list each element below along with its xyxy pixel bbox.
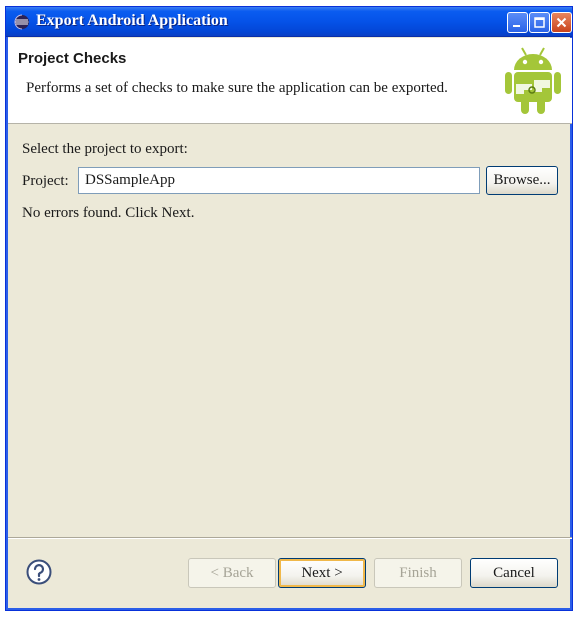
- status-message: No errors found. Click Next.: [22, 205, 195, 221]
- close-button[interactable]: [551, 12, 572, 33]
- cancel-button[interactable]: Cancel: [470, 558, 558, 588]
- maximize-button[interactable]: [529, 12, 550, 33]
- select-project-label: Select the project to export:: [22, 141, 188, 157]
- page-title: Project Checks: [18, 50, 127, 67]
- eclipse-icon: [14, 14, 29, 30]
- finish-button[interactable]: Finish: [374, 558, 462, 588]
- next-button[interactable]: Next >: [278, 558, 366, 588]
- title-bar[interactable]: Export Android Application: [6, 7, 572, 37]
- page-description: Performs a set of checks to make sure th…: [26, 80, 448, 96]
- maximize-icon: [534, 17, 545, 28]
- project-label: Project:: [22, 173, 69, 189]
- minimize-icon: [513, 25, 520, 27]
- button-bar-divider: [8, 537, 572, 539]
- help-icon[interactable]: [26, 559, 52, 585]
- back-button[interactable]: < Back: [188, 558, 276, 588]
- android-icon: [505, 47, 561, 114]
- project-input[interactable]: [78, 167, 480, 194]
- browse-button[interactable]: Browse...: [486, 166, 558, 195]
- header-banner: Project Checks Performs a set of checks …: [8, 38, 572, 124]
- close-icon: [556, 17, 567, 28]
- window-title: Export Android Application: [36, 12, 228, 29]
- export-dialog: Export Android Application Project Check…: [5, 6, 573, 611]
- minimize-button[interactable]: [507, 12, 528, 33]
